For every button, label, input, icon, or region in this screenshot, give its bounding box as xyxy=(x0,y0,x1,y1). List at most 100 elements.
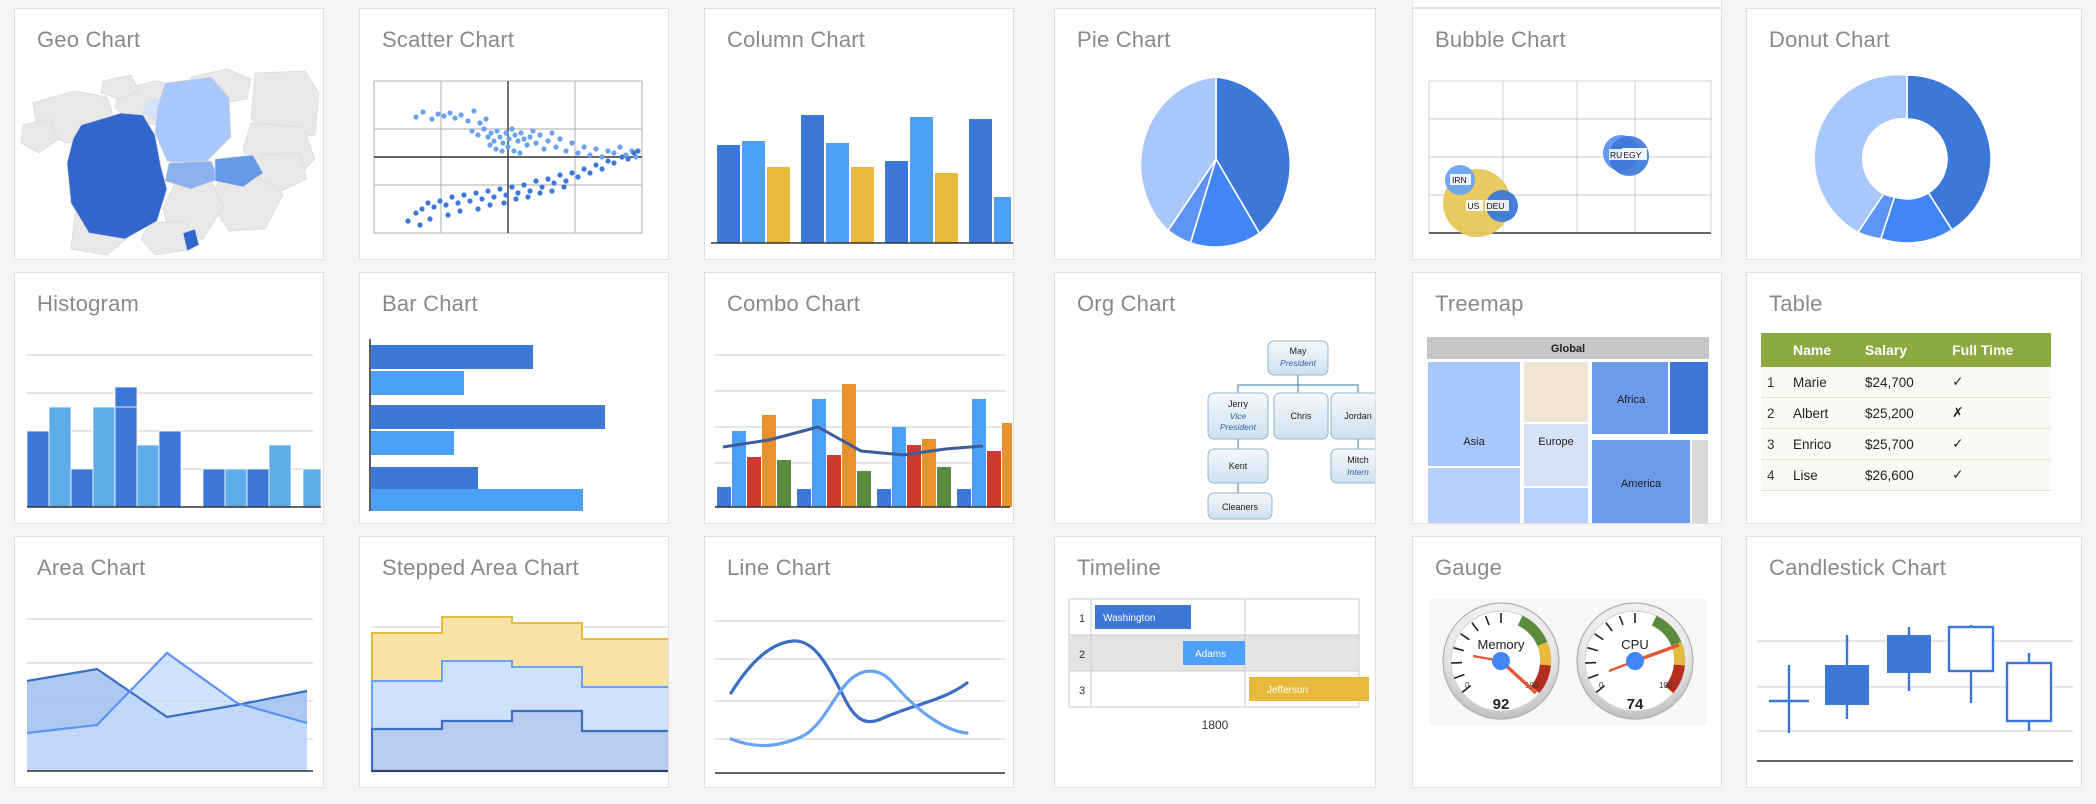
card-scatter-chart[interactable]: Scatter Chart xyxy=(359,8,669,260)
gauge-label-cpu: CPU xyxy=(1621,637,1648,652)
gauge-label-memory: Memory xyxy=(1478,637,1525,652)
table-cell-full-time: ✗ xyxy=(1946,397,2051,429)
card-column-chart[interactable]: Column Chart xyxy=(704,8,1014,260)
timeline-axis-label: 1800 xyxy=(1202,718,1229,732)
bubble-chart-plot: IRN US DEU RU EGY xyxy=(1413,63,1721,259)
table-cell-name: Lise xyxy=(1787,459,1859,491)
pie-chart-plot xyxy=(1055,63,1375,259)
treemap-plot: Global Asia Europe Africa America xyxy=(1413,327,1721,523)
card-bar-chart[interactable]: Bar Chart xyxy=(359,272,669,524)
timeline-row-index-3: 3 xyxy=(1079,685,1085,697)
card-title-donut: Donut Chart xyxy=(1769,27,1890,52)
card-timeline[interactable]: Timeline 1 2 3 Washington Adams Jefferso… xyxy=(1054,536,1376,788)
table-cell-salary: $24,700 xyxy=(1859,367,1947,398)
card-stepped-area-chart[interactable]: Stepped Area Chart xyxy=(359,536,669,788)
card-candlestick-chart[interactable]: Candlestick Chart xyxy=(1746,536,2082,788)
scatter-chart-plot xyxy=(360,63,668,259)
card-line-chart[interactable]: Line Chart xyxy=(704,536,1014,788)
treemap-label-asia: Asia xyxy=(1463,436,1485,448)
card-title-pie: Pie Chart xyxy=(1077,27,1171,52)
chart-gallery: Geo Chart Scatter Chart Column Chart Pie… xyxy=(0,0,2096,804)
org-node-may-role: President xyxy=(1280,358,1317,368)
candlestick-chart-plot xyxy=(1747,591,2081,787)
table-row[interactable]: 3 Enrico $25,700 ✓ xyxy=(1761,428,2051,460)
card-title-table: Table xyxy=(1769,291,1823,316)
data-table[interactable]: Name Salary Full Time 1 Marie $24,700 ✓ … xyxy=(1761,333,2051,491)
org-node-may-name: May xyxy=(1289,346,1307,356)
timeline-row-index-2: 2 xyxy=(1079,649,1085,661)
table-header-row: Name Salary Full Time xyxy=(1761,333,2051,367)
card-title-line: Line Chart xyxy=(727,555,831,580)
combo-chart-plot xyxy=(705,327,1013,523)
org-node-kent-name: Kent xyxy=(1229,461,1248,471)
gauge-max-label-cpu: 100 xyxy=(1659,681,1673,690)
table-cell-full-time: ✓ xyxy=(1946,428,2051,460)
timeline-row-index-1: 1 xyxy=(1079,613,1085,625)
donut-chart-plot xyxy=(1747,63,2081,259)
card-table[interactable]: Table Name Salary Full Time 1 Marie $24,… xyxy=(1746,272,2082,524)
stepped-area-chart-plot xyxy=(360,591,668,787)
card-histogram[interactable]: Histogram xyxy=(14,272,324,524)
org-node-jordan-name: Jordan xyxy=(1344,411,1372,421)
svg-text:Vice: Vice xyxy=(1230,411,1247,421)
table-cell-name: Enrico xyxy=(1787,428,1859,460)
table-header-full-time[interactable]: Full Time xyxy=(1946,333,2051,367)
card-title-bubble: Bubble Chart xyxy=(1435,27,1566,52)
table-cell-index: 3 xyxy=(1761,428,1787,460)
treemap-root-label: Global xyxy=(1551,343,1585,355)
timeline-bar-label-jefferson: Jefferson xyxy=(1267,685,1308,696)
card-title-scatter: Scatter Chart xyxy=(382,27,515,52)
timeline-bar-label-adams: Adams xyxy=(1195,649,1226,660)
org-node-chris-name: Chris xyxy=(1290,411,1312,421)
card-title-combo: Combo Chart xyxy=(727,291,861,316)
bubble-label-irn: IRN xyxy=(1452,175,1467,185)
table-row[interactable]: 1 Marie $24,700 ✓ xyxy=(1761,367,2051,398)
card-title-timeline: Timeline xyxy=(1077,555,1161,580)
table-header-name[interactable]: Name xyxy=(1787,333,1859,367)
gauge-value-cpu: 74 xyxy=(1627,696,1644,713)
card-pie-chart[interactable]: Pie Chart xyxy=(1054,8,1376,260)
card-combo-chart[interactable]: Combo Chart xyxy=(704,272,1014,524)
table-header-salary[interactable]: Salary xyxy=(1859,333,1947,367)
table-header-index[interactable] xyxy=(1761,333,1787,367)
card-treemap[interactable]: Treemap Global Asia Europe Africa Americ… xyxy=(1412,272,1722,524)
card-title-column: Column Chart xyxy=(727,27,866,52)
gauge-min-label-memory: 0 xyxy=(1465,681,1470,690)
org-node-mitch-name: Mitch xyxy=(1347,455,1369,465)
gauge-min-label-cpu: 0 xyxy=(1599,681,1604,690)
card-area-chart[interactable]: Area Chart xyxy=(14,536,324,788)
card-title-gauge: Gauge xyxy=(1435,555,1503,580)
gauge-value-memory: 92 xyxy=(1493,696,1510,713)
table-row[interactable]: 2 Albert $25,200 ✗ xyxy=(1761,397,2051,429)
table-cell-salary: $26,600 xyxy=(1859,459,1947,491)
card-title-bar: Bar Chart xyxy=(382,291,478,316)
bubble-label-ru: RU xyxy=(1610,150,1622,160)
card-geo-chart[interactable]: Geo Chart xyxy=(14,8,324,260)
bar-chart-plot xyxy=(360,327,668,523)
card-org-chart[interactable]: Org Chart May President Jerry Vice Presi… xyxy=(1054,272,1376,524)
line-chart-plot xyxy=(705,591,1013,787)
table-cell-full-time: ✓ xyxy=(1946,459,2051,491)
org-node-cleaners-name: Cleaners xyxy=(1222,502,1259,512)
table-cell-index: 2 xyxy=(1761,397,1787,429)
bubble-label-us: US xyxy=(1468,201,1480,211)
scrolled-card-edge xyxy=(1412,0,1722,8)
column-chart-plot xyxy=(705,63,1013,259)
table-cell-full-time: ✓ xyxy=(1946,367,2051,398)
bubble-label-deu: DEU xyxy=(1487,201,1505,211)
table-row[interactable]: 4 Lise $26,600 ✓ xyxy=(1761,459,2051,491)
card-donut-chart[interactable]: Donut Chart xyxy=(1746,8,2082,260)
card-title-geo: Geo Chart xyxy=(37,27,141,52)
card-bubble-chart[interactable]: Bubble Chart IRN US DEU RU EGY xyxy=(1412,8,1722,260)
card-title-candlestick: Candlestick Chart xyxy=(1769,555,1947,580)
card-gauge[interactable]: Gauge 0 100 Memory 92 0 100 CPU 74 xyxy=(1412,536,1722,788)
card-title-area: Area Chart xyxy=(37,555,146,580)
svg-text:President: President xyxy=(1220,422,1257,432)
bubble-label-egy: EGY xyxy=(1624,150,1642,160)
card-title-org: Org Chart xyxy=(1077,291,1176,316)
histogram-plot xyxy=(15,327,323,523)
geo-chart-plot xyxy=(15,63,323,259)
org-node-jerry-name: Jerry xyxy=(1228,399,1248,409)
area-chart-plot xyxy=(15,591,323,787)
gauge-plot: 0 100 Memory 92 0 100 CPU 74 xyxy=(1413,591,1721,787)
